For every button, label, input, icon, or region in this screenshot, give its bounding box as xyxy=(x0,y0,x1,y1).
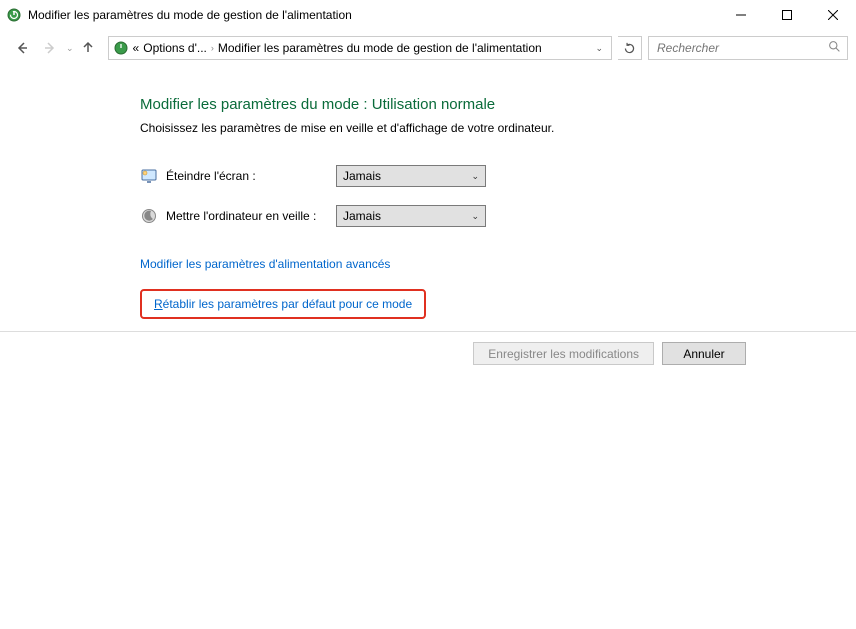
back-button[interactable] xyxy=(8,34,36,62)
address-dropdown-chevron-icon[interactable]: ⌄ xyxy=(591,43,607,54)
address-bar[interactable]: « Options d'... › Modifier les paramètre… xyxy=(108,36,612,60)
restore-defaults-link[interactable]: Rétablir les paramètres par défaut pour … xyxy=(154,297,412,311)
titlebar: Modifier les paramètres du mode de gesti… xyxy=(0,0,856,30)
dropdown-value: Jamais xyxy=(343,209,381,223)
breadcrumb-segment[interactable]: Modifier les paramètres du mode de gesti… xyxy=(218,41,542,55)
chevron-down-icon: ⌄ xyxy=(471,171,479,182)
display-off-dropdown[interactable]: Jamais ⌄ xyxy=(336,165,486,187)
chevron-right-icon: › xyxy=(211,43,214,53)
setting-label: Mettre l'ordinateur en veille : xyxy=(166,209,336,223)
chevron-down-icon: ⌄ xyxy=(471,211,479,222)
breadcrumb-segment[interactable]: Options d'... xyxy=(143,41,207,55)
forward-button[interactable] xyxy=(36,34,64,62)
monitor-icon xyxy=(140,167,158,185)
advanced-settings-link[interactable]: Modifier les paramètres d'alimentation a… xyxy=(140,257,390,271)
maximize-button[interactable] xyxy=(764,0,810,30)
search-input[interactable] xyxy=(655,40,828,56)
setting-label: Éteindre l'écran : xyxy=(166,169,336,183)
cancel-button[interactable]: Annuler xyxy=(662,342,746,365)
power-options-icon xyxy=(6,7,22,23)
page-subtext: Choisissez les paramètres de mise en vei… xyxy=(140,121,856,135)
recent-locations-chevron-icon[interactable]: ⌄ xyxy=(66,43,74,54)
moon-icon xyxy=(140,207,158,225)
save-button: Enregistrer les modifications xyxy=(473,342,654,365)
up-button[interactable] xyxy=(76,40,100,57)
main-content: Modifier les paramètres du mode : Utilis… xyxy=(0,66,856,319)
sleep-dropdown[interactable]: Jamais ⌄ xyxy=(336,205,486,227)
breadcrumb-prefix: « xyxy=(133,41,140,55)
page-heading: Modifier les paramètres du mode : Utilis… xyxy=(140,96,856,113)
highlighted-link-box: Rétablir les paramètres par défaut pour … xyxy=(140,289,426,319)
setting-row-sleep: Mettre l'ordinateur en veille : Jamais ⌄ xyxy=(140,205,856,227)
setting-row-display-off: Éteindre l'écran : Jamais ⌄ xyxy=(140,165,856,187)
navigation-bar: ⌄ « Options d'... › Modifier les paramèt… xyxy=(0,30,856,66)
search-box[interactable] xyxy=(648,36,848,60)
search-icon xyxy=(828,40,841,56)
footer-buttons: Enregistrer les modifications Annuler xyxy=(0,332,856,365)
minimize-button[interactable] xyxy=(718,0,764,30)
dropdown-value: Jamais xyxy=(343,169,381,183)
close-button[interactable] xyxy=(810,0,856,30)
refresh-button[interactable] xyxy=(618,36,642,60)
window-title: Modifier les paramètres du mode de gesti… xyxy=(28,8,718,22)
power-options-icon xyxy=(113,40,129,56)
